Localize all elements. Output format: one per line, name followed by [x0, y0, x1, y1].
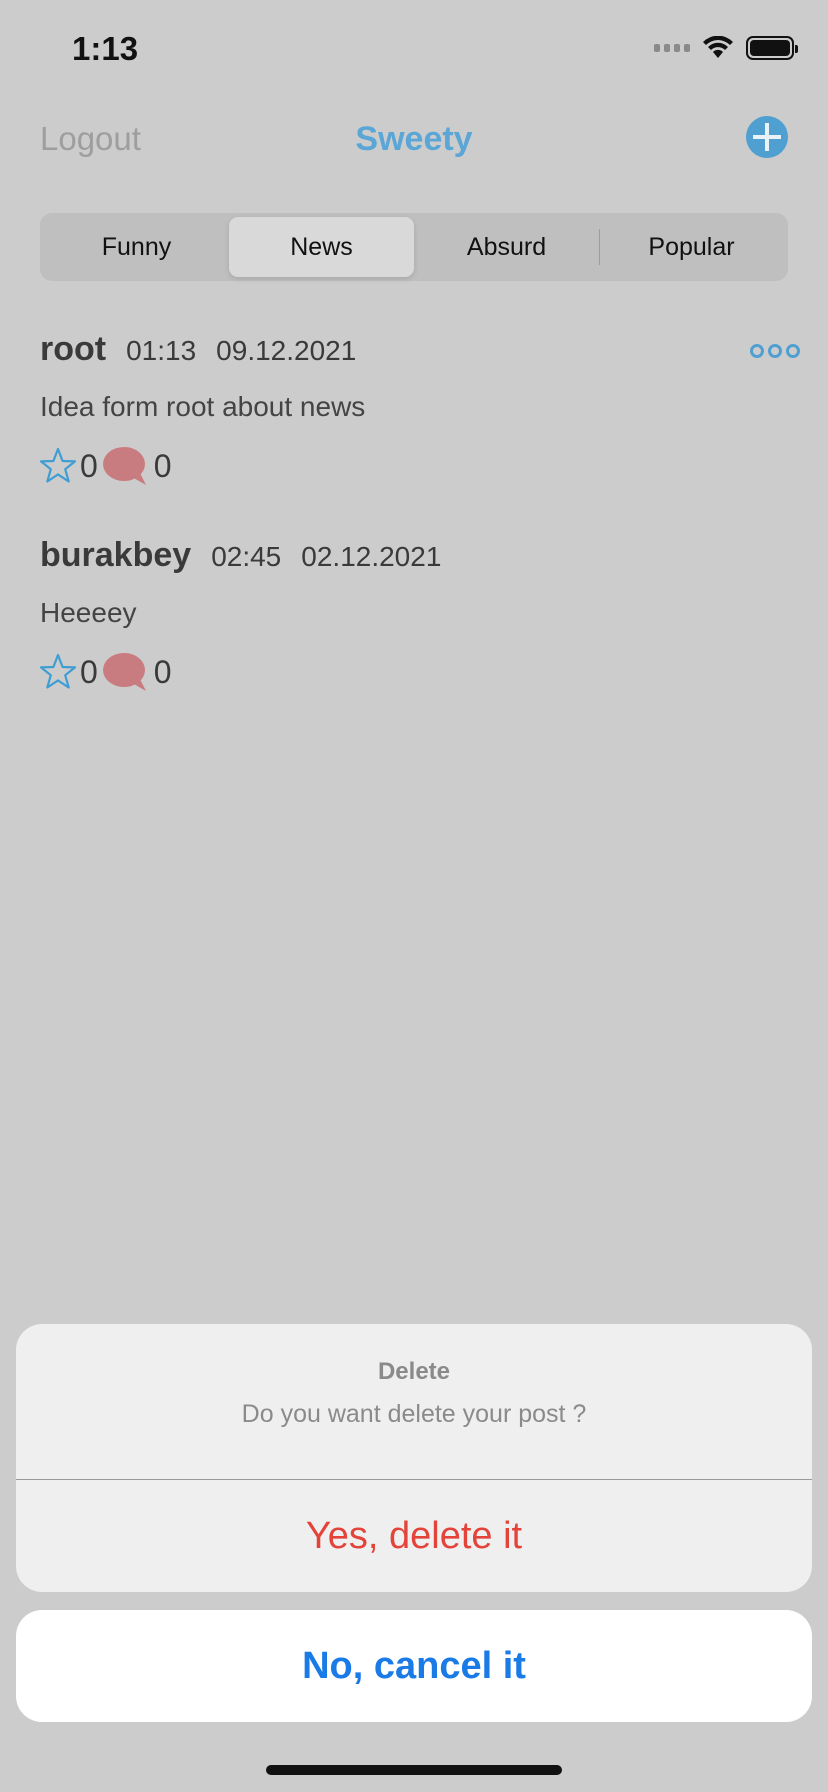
- post-body: Idea form root about news: [40, 391, 366, 422]
- tab-absurd[interactable]: Absurd: [414, 217, 599, 277]
- action-sheet-title: Delete: [377, 1358, 451, 1385]
- cellular-signal-icon: [654, 44, 690, 52]
- post-date: 02.12.2021: [301, 541, 442, 572]
- star-icon[interactable]: [38, 446, 78, 486]
- post-body: Heeeey: [40, 597, 137, 628]
- action-sheet: Delete Do you want delete your post ? Ye…: [16, 1324, 812, 1592]
- post-stats: 0 0: [38, 445, 800, 487]
- likes-count: 0: [80, 653, 98, 690]
- post-header: burakbey 02:45 02.12.2021: [40, 536, 800, 575]
- tab-popular[interactable]: Popular: [599, 217, 784, 277]
- post-stats: 0 0: [38, 651, 800, 693]
- wifi-icon: [703, 36, 733, 58]
- comment-bubble-icon[interactable]: [102, 651, 148, 693]
- comments-count: 0: [153, 653, 172, 690]
- tab-news[interactable]: News: [229, 217, 414, 277]
- page-title: Sweety: [355, 120, 473, 158]
- post-item: burakbey 02:45 02.12.2021 Heeeey 0 0: [38, 536, 800, 693]
- comment-bubble-icon[interactable]: [102, 445, 148, 487]
- post-item: root 01:13 09.12.2021 Idea form root abo…: [38, 330, 800, 487]
- likes-count: 0: [80, 447, 98, 484]
- category-segmented-control: Funny News Absurd Popular: [40, 213, 788, 281]
- battery-icon: [746, 36, 798, 60]
- status-icons: [654, 36, 798, 60]
- cancel-button[interactable]: No, cancel it: [16, 1610, 812, 1722]
- plus-circle-icon[interactable]: [746, 116, 788, 158]
- post-author: root: [40, 330, 107, 368]
- status-time: 1:13: [72, 30, 139, 67]
- post-date: 09.12.2021: [216, 335, 357, 366]
- delete-button[interactable]: Yes, delete it: [16, 1480, 812, 1592]
- post-author: burakbey: [40, 536, 192, 574]
- comments-count: 0: [153, 447, 172, 484]
- tab-funny[interactable]: Funny: [44, 217, 229, 277]
- post-header: root 01:13 09.12.2021: [40, 330, 800, 369]
- more-options-icon[interactable]: [750, 344, 800, 358]
- home-indicator[interactable]: [266, 1765, 562, 1775]
- navigation-bar: Logout Sweety: [0, 100, 828, 180]
- star-icon[interactable]: [38, 652, 78, 692]
- action-sheet-message: Do you want delete your post ?: [241, 1400, 587, 1428]
- post-time: 01:13: [126, 335, 197, 366]
- post-time: 02:45: [211, 541, 282, 572]
- status-bar: 1:13: [0, 0, 828, 100]
